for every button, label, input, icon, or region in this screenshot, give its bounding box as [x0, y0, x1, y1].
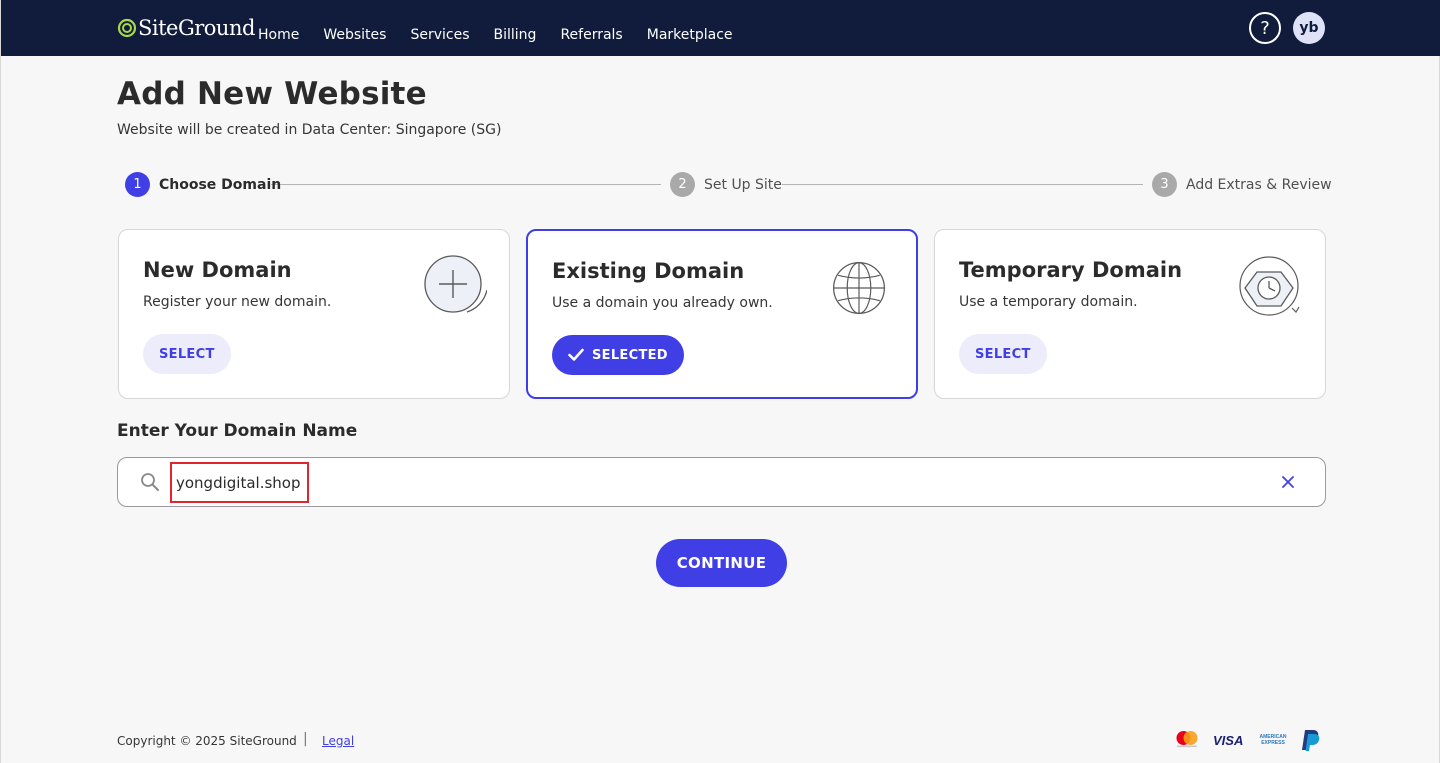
temporary-domain-select-button[interactable]: SELECT	[959, 334, 1047, 374]
temporary-domain-card[interactable]: Temporary Domain Use a temporary domain.…	[934, 229, 1326, 399]
step-label: Choose Domain	[159, 176, 282, 193]
amex-icon: AMERICAN EXPRESS	[1259, 734, 1287, 746]
card-description: Register your new domain.	[143, 294, 332, 310]
domain-name-label: Enter Your Domain Name	[117, 421, 358, 441]
step-number: 3	[1152, 172, 1177, 197]
siteground-logo-icon	[117, 18, 137, 38]
footer-separator: |	[303, 731, 308, 747]
new-domain-card[interactable]: New Domain Register your new domain. SEL…	[118, 229, 510, 399]
copyright-text: Copyright © 2025 SiteGround	[117, 734, 297, 748]
new-domain-select-button[interactable]: SELECT	[143, 334, 231, 374]
step-label: Add Extras & Review	[1186, 176, 1332, 193]
paypal-icon	[1302, 730, 1320, 751]
clock-hexagon-icon	[1239, 256, 1300, 316]
question-icon: ?	[1260, 17, 1270, 39]
card-title: Temporary Domain	[959, 258, 1183, 282]
card-description: Use a temporary domain.	[959, 294, 1138, 310]
existing-domain-selected-button[interactable]: SELECTED	[552, 335, 684, 375]
step-label: Set Up Site	[704, 176, 782, 193]
existing-domain-card[interactable]: Existing Domain Use a domain you already…	[526, 229, 918, 399]
checkmark-icon	[568, 348, 584, 361]
nav-item-marketplace[interactable]: Marketplace	[647, 27, 733, 43]
data-center-subtitle: Website will be created in Data Center: …	[117, 122, 502, 138]
step-number: 1	[125, 172, 150, 197]
nav-item-billing[interactable]: Billing	[494, 27, 537, 43]
nav-item-services[interactable]: Services	[410, 27, 469, 43]
close-icon[interactable]	[1279, 473, 1297, 491]
step-choose-domain: 1 Choose Domain	[125, 172, 281, 197]
nav-item-home[interactable]: Home	[258, 27, 299, 43]
step-add-extras-review: 3 Add Extras & Review	[1152, 172, 1332, 197]
card-title: New Domain	[143, 258, 292, 282]
card-description: Use a domain you already own.	[552, 295, 773, 311]
visa-icon: VISA	[1213, 733, 1244, 748]
plus-circle-icon	[424, 255, 487, 313]
brand-name: SiteGround	[138, 16, 255, 40]
domain-search-field	[117, 457, 1326, 507]
nav-item-websites[interactable]: Websites	[323, 27, 386, 43]
step-connector-2	[782, 184, 1143, 185]
siteground-logo[interactable]: SiteGround	[117, 16, 255, 40]
help-button[interactable]: ?	[1249, 12, 1281, 44]
user-avatar[interactable]: yb	[1293, 12, 1325, 44]
card-title: Existing Domain	[552, 259, 745, 283]
mastercard-icon	[1176, 731, 1198, 748]
nav-item-referrals[interactable]: Referrals	[560, 27, 622, 43]
step-set-up-site: 2 Set Up Site	[670, 172, 782, 197]
globe-icon	[832, 261, 886, 315]
continue-button[interactable]: CONTINUE	[656, 539, 787, 587]
step-connector-1	[271, 184, 661, 185]
main-nav: Home Websites Services Billing Referrals…	[258, 27, 757, 43]
selected-label: SELECTED	[592, 347, 668, 363]
domain-name-input[interactable]	[176, 470, 1276, 496]
page-title: Add New Website	[117, 76, 427, 112]
legal-link[interactable]: Legal	[322, 734, 354, 748]
top-navigation-bar: SiteGround Home Websites Services Billin…	[1, 0, 1440, 56]
search-icon	[141, 473, 159, 491]
step-number: 2	[670, 172, 695, 197]
